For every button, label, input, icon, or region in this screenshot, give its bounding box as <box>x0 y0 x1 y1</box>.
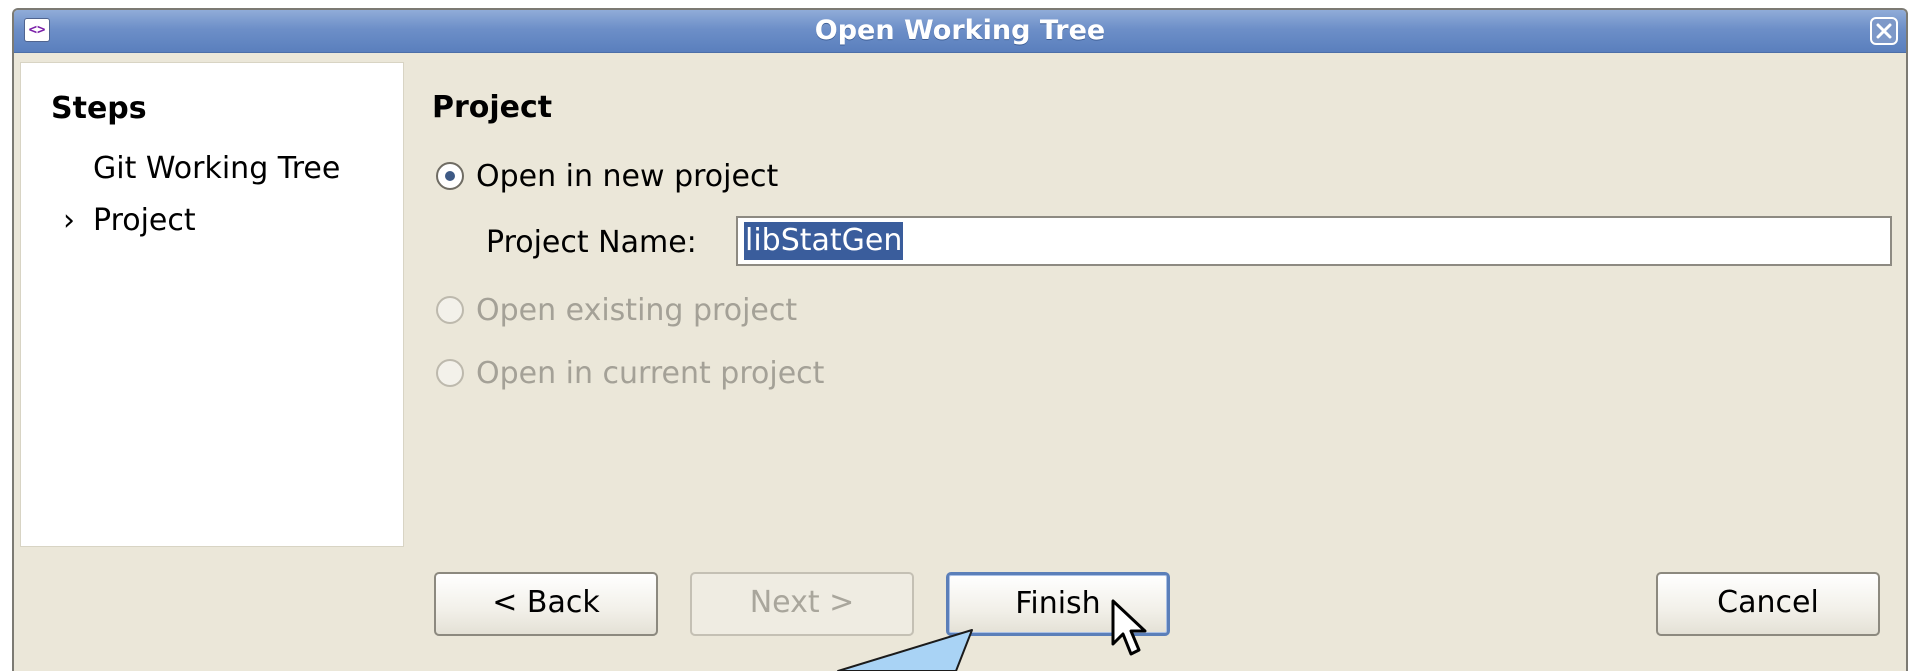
step-label: Git Working Tree <box>93 151 341 186</box>
content-heading: Project <box>432 90 553 125</box>
mouse-pointer-icon <box>1111 599 1147 656</box>
step-item-git-working-tree: Git Working Tree <box>93 151 340 186</box>
radio-unselected-icon[interactable] <box>436 359 464 387</box>
cancel-button[interactable]: Cancel <box>1656 572 1880 636</box>
callout-pointer <box>837 629 973 671</box>
close-icon <box>1876 23 1892 39</box>
radio-unselected-icon[interactable] <box>436 296 464 324</box>
window-title: Open Working Tree <box>814 15 1106 46</box>
back-button[interactable]: < Back <box>434 572 658 636</box>
dialog-window: <> Open Working Tree Steps Git Working T… <box>12 8 1908 671</box>
radio-label: Open in current project <box>476 355 825 391</box>
radio-label: Open in new project <box>476 158 779 194</box>
radio-selected-icon[interactable] <box>436 162 464 190</box>
project-name-label: Project Name: <box>486 225 697 260</box>
radio-open-existing-project[interactable]: Open existing project <box>436 290 797 330</box>
project-name-input[interactable]: libStatGen <box>736 216 1892 266</box>
title-bar[interactable]: <> Open Working Tree <box>14 10 1906 53</box>
step-label: Project <box>93 203 196 238</box>
next-button[interactable]: Next > <box>690 572 914 636</box>
radio-label: Open existing project <box>476 292 798 328</box>
step-item-project: › Project <box>63 203 196 238</box>
radio-open-in-current-project[interactable]: Open in current project <box>436 353 824 393</box>
steps-heading: Steps <box>51 91 147 126</box>
close-button[interactable] <box>1870 17 1898 45</box>
radio-open-in-new-project[interactable]: Open in new project <box>436 156 778 196</box>
steps-panel: Steps Git Working Tree › Project <box>20 62 404 547</box>
current-step-marker-icon: › <box>63 203 75 238</box>
project-name-value: libStatGen <box>744 222 904 260</box>
